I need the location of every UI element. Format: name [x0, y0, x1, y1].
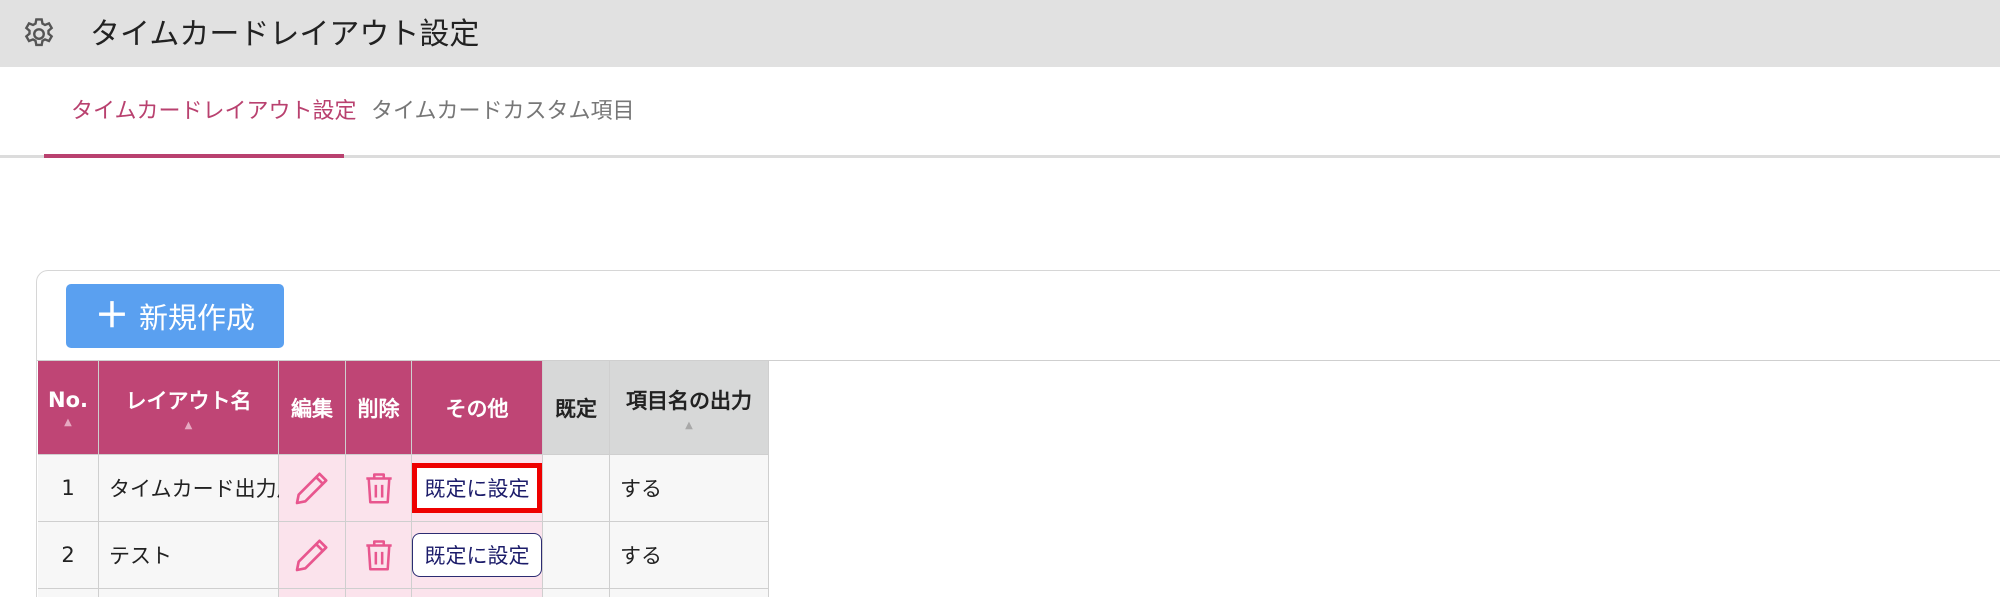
gear-icon [24, 18, 54, 47]
header-item-name-output-label: 項目名の出力 [626, 388, 752, 413]
new-create-label: 新規作成 [138, 303, 255, 335]
sort-arrow-icon: ▲ [184, 419, 193, 431]
table-row-layout-name: タイムカード出力用 [99, 455, 298, 522]
header-default: 既定 [543, 361, 610, 455]
table-row-no: 2 [38, 522, 99, 589]
table-row-default [543, 522, 610, 589]
edit-cell [279, 455, 346, 522]
tab-custom-items[interactable]: タイムカードカスタム項目 [371, 97, 635, 127]
tab-layout-settings[interactable]: タイムカードレイアウト設定 [71, 97, 357, 127]
table-row-item-name-output: する [610, 455, 769, 522]
trash-icon[interactable] [360, 468, 398, 508]
table-row-no: 1 [38, 455, 99, 522]
header-edit-label: 編集 [291, 396, 333, 421]
title-bar: タイムカードレイアウト設定 [0, 0, 2000, 67]
other-cell: 既定に設定 [412, 522, 543, 589]
table-row-partial [610, 589, 769, 597]
header-no[interactable]: No. ▲ [38, 361, 99, 455]
sort-arrow-icon: ▲ [64, 416, 72, 428]
table-row-partial [99, 589, 279, 597]
table-row-default [543, 455, 610, 522]
delete-cell [346, 522, 412, 589]
table-row-partial [38, 589, 99, 597]
header-edit: 編集 [279, 361, 346, 455]
header-item-name-output[interactable]: 項目名の出力 ▲ [610, 361, 769, 455]
set-default-button[interactable]: 既定に設定 [412, 533, 542, 577]
header-delete: 削除 [346, 361, 412, 455]
table-row-partial [279, 589, 346, 597]
active-tab-indicator [44, 154, 344, 158]
pencil-icon[interactable] [292, 468, 332, 508]
table-row-item-name-output: する [610, 522, 769, 589]
table-row-partial [412, 589, 543, 597]
header-other-label: その他 [445, 396, 509, 421]
header-layout-name-label: レイアウト名 [125, 388, 252, 413]
header-other: その他 [412, 361, 543, 455]
trash-icon[interactable] [360, 535, 398, 575]
table-row-layout-name: テスト [99, 522, 279, 589]
set-default-button[interactable]: 既定に設定 [412, 463, 542, 513]
header-delete-label: 削除 [357, 396, 400, 421]
new-create-button[interactable]: ＋ 新規作成 [66, 284, 284, 348]
delete-cell [346, 455, 412, 522]
plus-icon: ＋ [94, 297, 129, 335]
page-title: タイムカードレイアウト設定 [90, 17, 480, 52]
edit-cell [279, 522, 346, 589]
table-row-partial [543, 589, 610, 597]
header-layout-name[interactable]: レイアウト名 ▲ [99, 361, 279, 455]
other-cell: 既定に設定 [412, 455, 543, 522]
pencil-icon[interactable] [292, 535, 332, 575]
sort-arrow-icon: ▲ [685, 419, 693, 431]
header-default-label: 既定 [555, 396, 597, 421]
table-row-partial [346, 589, 412, 597]
header-no-label: No. [48, 387, 88, 412]
